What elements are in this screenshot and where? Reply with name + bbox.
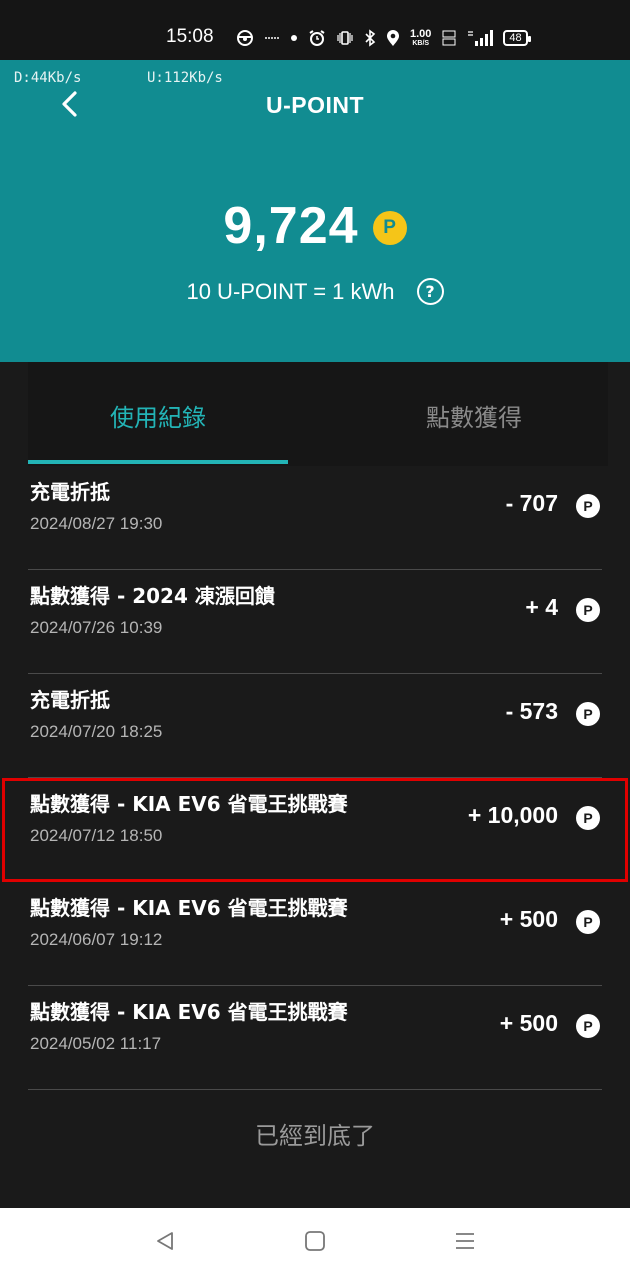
dash-icon [264, 35, 280, 41]
record-title: 充電折抵 [30, 688, 110, 712]
upload-speed-overlay: U:112Kb/s [147, 70, 223, 86]
active-tab-indicator [28, 460, 288, 464]
records-panel: 使用紀錄 點數獲得 充電折抵 2024/08/27 19:30 - 707 P … [0, 362, 630, 1208]
point-coin-icon: P [576, 494, 600, 518]
status-bar: 15:08 1.00 KB/S 48 [0, 0, 630, 66]
signal-icon [467, 29, 494, 47]
battery-level: 48 [509, 31, 522, 44]
alarm-icon [308, 29, 326, 47]
tab-usage-records[interactable]: 使用紀錄 [28, 398, 288, 433]
tab-points-earned[interactable]: 點數獲得 [354, 398, 594, 433]
record-title: 點數獲得 - KIA EV6 省電王挑戰賽 [30, 792, 348, 816]
record-date: 2024/08/27 19:30 [30, 514, 163, 533]
record-amount: + 500 [499, 1010, 558, 1036]
record-amount: + 500 [499, 906, 558, 932]
record-date: 2024/07/12 18:50 [30, 826, 163, 845]
point-coin-icon: P [576, 910, 600, 934]
point-coin-icon: P [576, 1014, 600, 1038]
triangle-back-icon [153, 1229, 177, 1257]
point-coin-icon: P [372, 211, 407, 245]
nav-home-button[interactable] [300, 1228, 330, 1258]
point-coin-icon: P [576, 598, 600, 622]
volte-icon [441, 29, 457, 47]
network-speed-unit: KB/S [412, 40, 430, 47]
record-date: 2024/07/26 10:39 [30, 618, 163, 637]
battery-icon: 48 [503, 30, 531, 46]
records-list: 充電折抵 2024/08/27 19:30 - 707 P 點數獲得 - 202… [2, 466, 628, 1090]
dot-icon [290, 34, 298, 42]
steering-wheel-icon [236, 29, 254, 47]
download-speed-overlay: D:44Kb/s [14, 70, 82, 86]
record-title: 點數獲得 - KIA EV6 省電王挑戰賽 [30, 896, 348, 920]
record-title: 點數獲得 - 2024 凍漲回饋 [30, 584, 275, 608]
header: D:44Kb/s U:112Kb/s U-POINT 9,724 P 10 U-… [0, 60, 630, 362]
end-of-list-note: 已經到底了 [255, 1122, 375, 1150]
status-time: 15:08 [166, 26, 214, 47]
point-coin-icon: P [576, 806, 600, 830]
record-amount: + 10,000 [467, 802, 558, 828]
system-nav-bar [0, 1208, 630, 1277]
bluetooth-icon [364, 29, 376, 47]
record-amount: - 573 [505, 698, 558, 724]
conversion-rate: 10 U-POINT = 1 kWh ? [0, 278, 630, 305]
page-title: U-POINT [265, 92, 365, 118]
location-icon [386, 29, 400, 47]
network-speed: 1.00 KB/S [410, 28, 432, 48]
list-item[interactable]: 點數獲得 - 2024 凍漲回饋 2024/07/26 10:39 + 4 P [28, 570, 602, 674]
nav-back-button[interactable] [150, 1228, 180, 1258]
list-item[interactable]: 充電折抵 2024/07/20 18:25 - 573 P [28, 674, 602, 778]
list-item[interactable]: 點數獲得 - KIA EV6 省電王挑戰賽 2024/07/12 18:50 +… [2, 778, 628, 882]
network-speed-value: 1.00 [410, 28, 432, 40]
status-icons: 1.00 KB/S 48 [236, 24, 586, 52]
record-date: 2024/07/20 18:25 [30, 722, 163, 741]
points-balance: 9,724 P [0, 196, 630, 256]
help-icon[interactable]: ? [416, 278, 444, 305]
menu-lines-icon [453, 1229, 477, 1257]
record-amount: + 4 [525, 594, 558, 620]
record-date: 2024/06/07 19:12 [30, 930, 163, 949]
record-title: 充電折抵 [30, 480, 110, 504]
record-date: 2024/05/02 11:17 [30, 1034, 162, 1053]
point-coin-icon: P [576, 702, 600, 726]
nav-menu-button[interactable] [450, 1228, 480, 1258]
record-amount: - 707 [505, 490, 558, 516]
list-item[interactable]: 點數獲得 - KIA EV6 省電王挑戰賽 2024/05/02 11:17 +… [28, 986, 602, 1090]
record-title: 點數獲得 - KIA EV6 省電王挑戰賽 [30, 1000, 348, 1024]
tab-bar: 使用紀錄 點數獲得 [28, 362, 608, 466]
points-value: 9,724 [223, 197, 359, 255]
conversion-rate-text: 10 U-POINT = 1 kWh [186, 278, 395, 304]
list-item[interactable]: 充電折抵 2024/08/27 19:30 - 707 P [28, 466, 602, 570]
vibrate-icon [336, 30, 354, 46]
list-item[interactable]: 點數獲得 - KIA EV6 省電王挑戰賽 2024/06/07 19:12 +… [28, 882, 602, 986]
square-home-icon [303, 1229, 327, 1257]
